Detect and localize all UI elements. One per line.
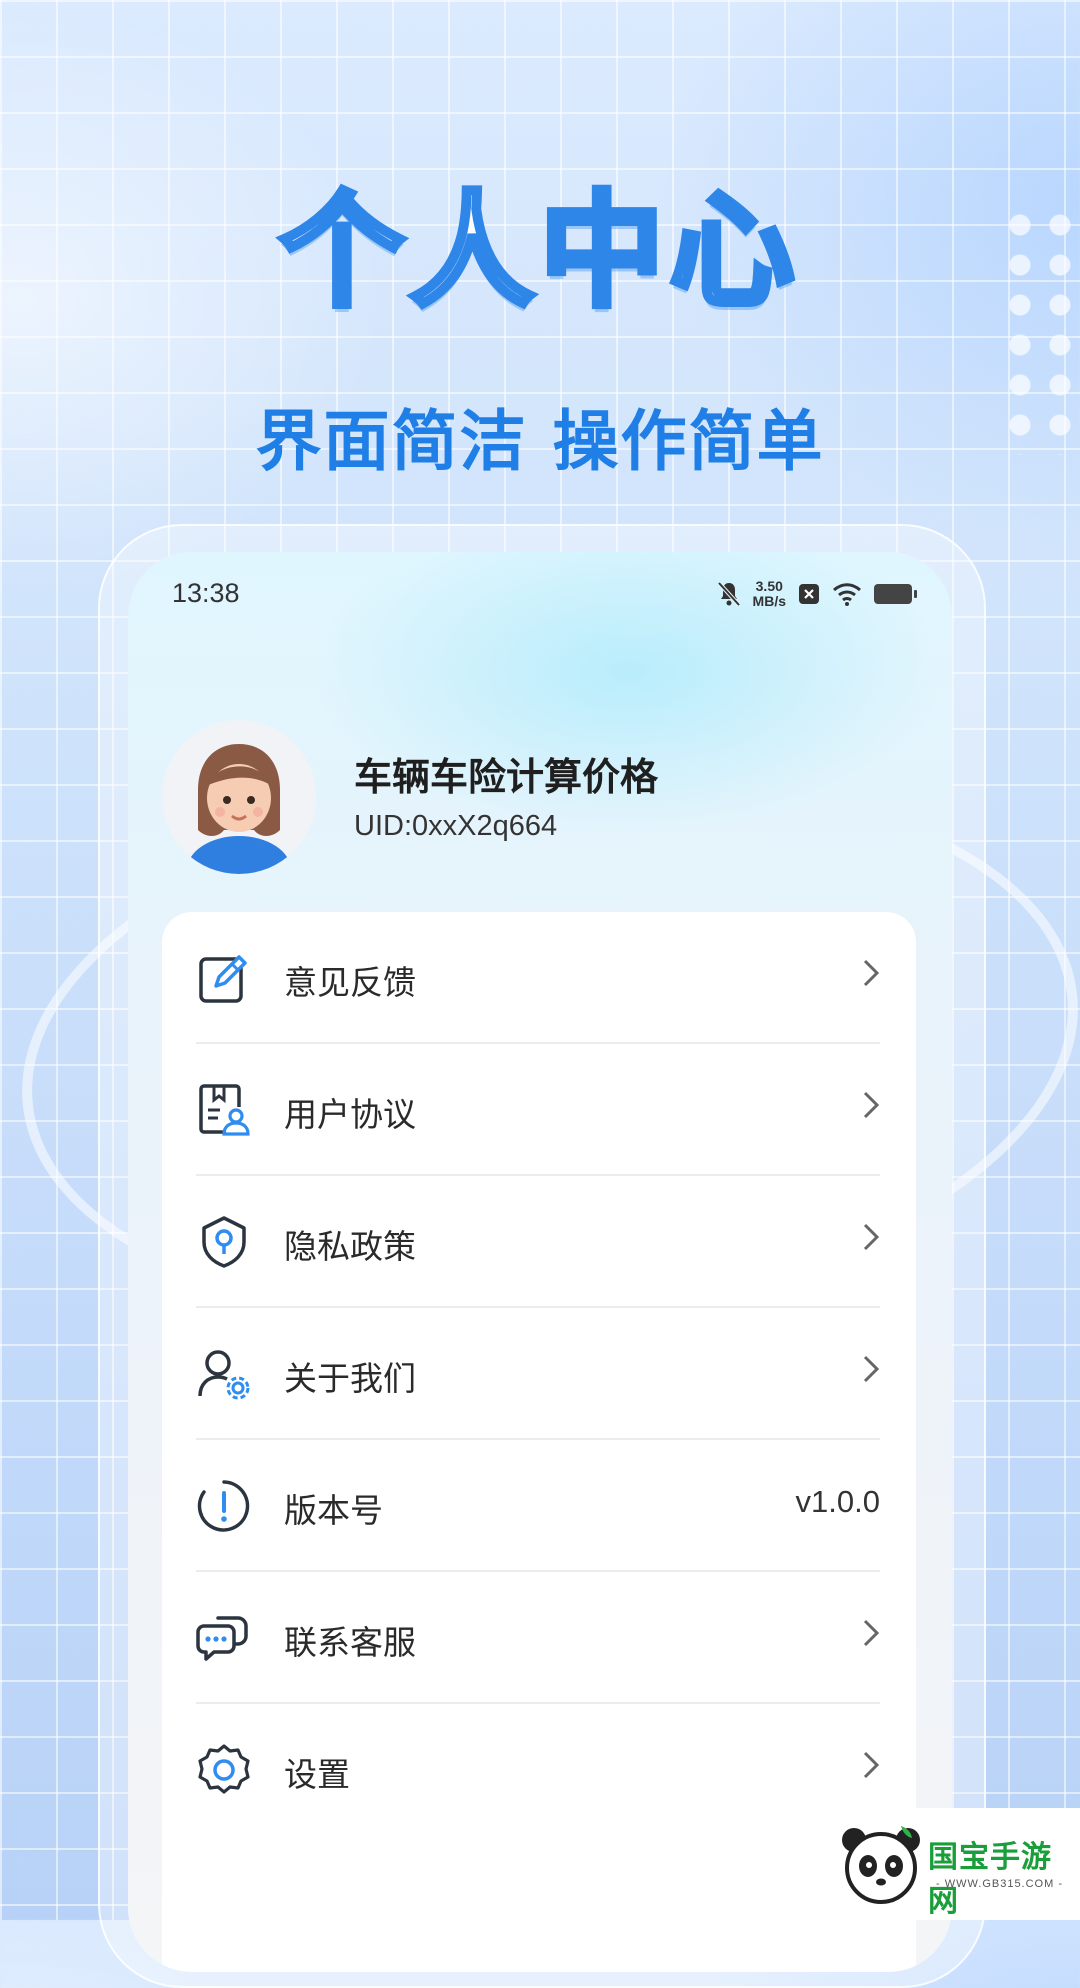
status-time: 13:38 xyxy=(172,578,240,608)
avatar-illustration xyxy=(187,744,291,874)
avatar[interactable] xyxy=(162,720,316,874)
chevron-right-icon xyxy=(863,959,880,987)
panda-logo-icon xyxy=(842,1826,920,1904)
watermark-site: - WWW.GB315.COM - xyxy=(936,1878,1063,1890)
menu-item-settings[interactable]: 设置 xyxy=(196,1704,880,1836)
menu-item-about-us[interactable]: 关于我们 xyxy=(196,1308,880,1440)
wifi-icon xyxy=(833,583,861,606)
chevron-right-icon xyxy=(863,1355,880,1383)
menu-label-user-agreement: 用户协议 xyxy=(284,1095,416,1134)
chevron-right-icon xyxy=(863,1091,880,1119)
status-icons: 3.50 MB/s xyxy=(717,576,917,612)
info-exclamation-icon xyxy=(197,1480,250,1532)
menu-label-customer-service: 联系客服 xyxy=(284,1623,416,1662)
chevron-right-icon xyxy=(863,1619,880,1647)
close-box-icon xyxy=(799,584,819,604)
profile-uid: UID:0xxX2q664 xyxy=(354,810,558,842)
about-us-icon xyxy=(198,1350,250,1400)
menu-card: 意见反馈 用户协议 隐私政策 关于我们 版本号 v1.0.0 联系客服 设置 xyxy=(162,912,916,1972)
menu-label-version: 版本号 xyxy=(284,1491,383,1530)
chevron-right-icon xyxy=(863,1223,880,1251)
chat-bubble-icon xyxy=(196,1616,248,1661)
menu-label-about-us: 关于我们 xyxy=(284,1359,416,1398)
menu-item-version: 版本号 v1.0.0 xyxy=(196,1440,880,1572)
menu-item-user-agreement[interactable]: 用户协议 xyxy=(196,1044,880,1176)
privacy-shield-icon xyxy=(202,1216,246,1268)
menu-label-feedback: 意见反馈 xyxy=(284,963,416,1002)
profile-name: 车辆车险计算价格 xyxy=(354,755,659,799)
hero-subtitle: 界面简洁 操作简单 xyxy=(255,403,825,480)
net-speed: 3.50 MB/s xyxy=(752,578,786,609)
menu-item-privacy-policy[interactable]: 隐私政策 xyxy=(196,1176,880,1308)
menu-item-feedback[interactable]: 意见反馈 xyxy=(196,912,880,1044)
menu-label-settings: 设置 xyxy=(284,1755,350,1794)
menu-label-privacy-policy: 隐私政策 xyxy=(284,1227,416,1266)
feedback-edit-icon xyxy=(199,955,247,1003)
battery-icon xyxy=(874,584,917,604)
site-watermark: 国宝手游网 - WWW.GB315.COM - xyxy=(826,1808,1080,1920)
settings-gear-icon xyxy=(198,1744,250,1794)
chevron-right-icon xyxy=(863,1751,880,1779)
mute-bell-icon xyxy=(717,581,741,607)
menu-item-customer-service[interactable]: 联系客服 xyxy=(196,1572,880,1704)
user-agreement-icon xyxy=(199,1084,250,1136)
hero-title: 个人中心 xyxy=(277,180,800,324)
version-value: v1.0.0 xyxy=(795,1484,880,1519)
phone-screen: 13:38 3.50 MB/s 车辆车险计算价格 UID:0xxX2q664 意… xyxy=(128,552,952,1972)
watermark-brand: 国宝手游网 xyxy=(928,1840,1052,1919)
